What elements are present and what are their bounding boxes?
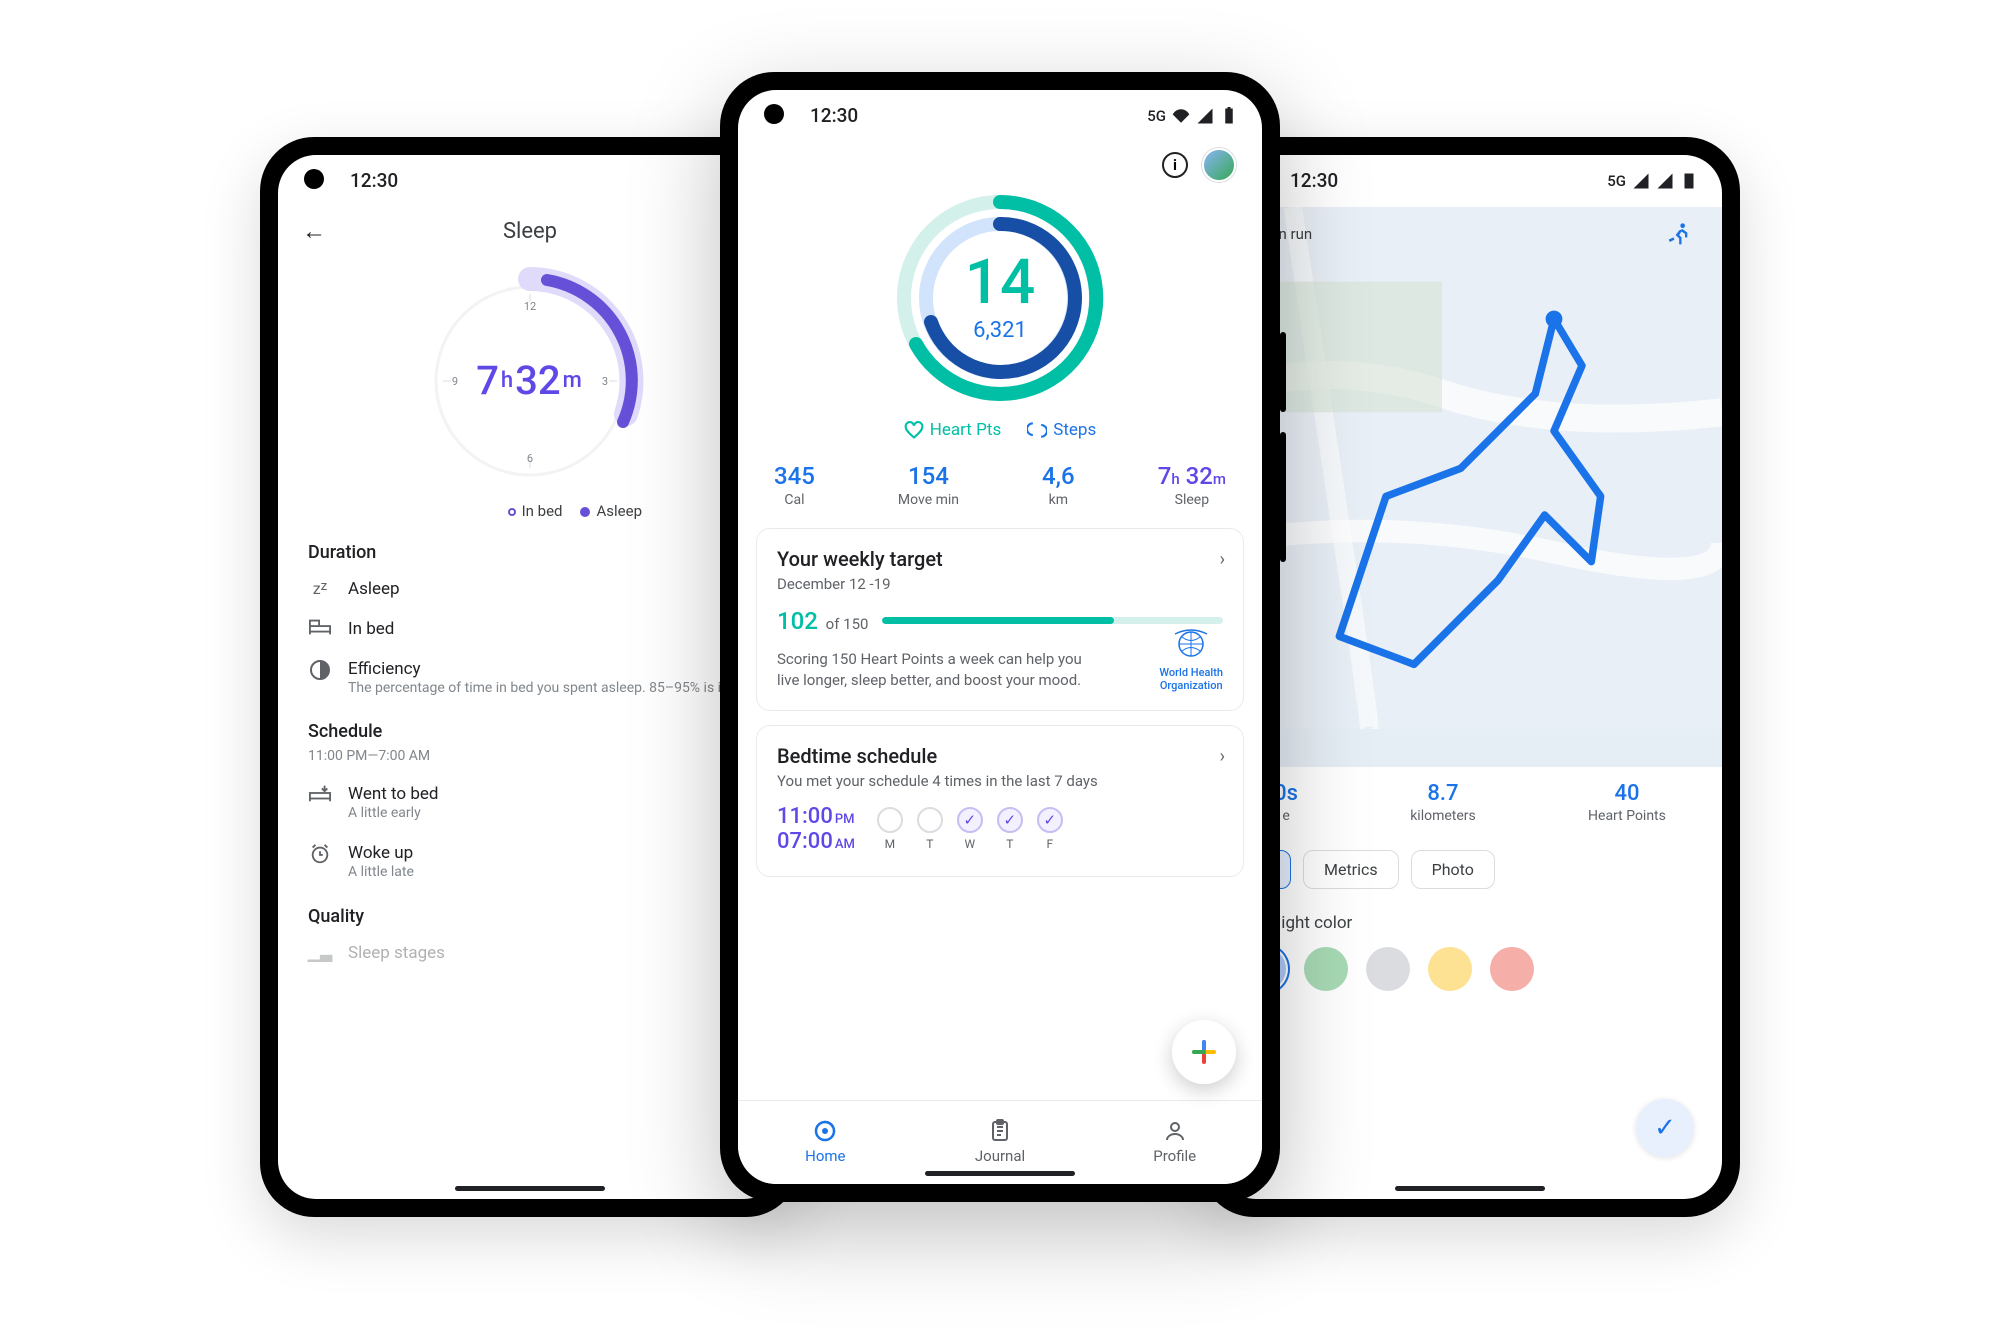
color-grey[interactable]	[1366, 947, 1410, 991]
card-title: Bedtime schedule	[777, 744, 1223, 768]
chevron-right-icon: ›	[1220, 549, 1225, 570]
bedtime-days: MT ✓W ✓T ✓F	[877, 807, 1063, 851]
bedtime-day: M	[877, 807, 903, 851]
bedtime-day: ✓F	[1037, 807, 1063, 851]
chevron-right-icon: ›	[1220, 746, 1225, 767]
workout-stats: 0se 8.7kilometers 40Heart Points	[1218, 767, 1722, 842]
chip-photo[interactable]: Photo	[1411, 850, 1495, 889]
bedtime-day: ✓T	[997, 807, 1023, 851]
info-icon[interactable]: i	[1162, 152, 1188, 178]
who-logo: World HealthOrganization	[1159, 628, 1223, 692]
went-to-bed-row[interactable]: Went to bed A little early	[308, 774, 752, 833]
route-map[interactable]: on run	[1218, 207, 1722, 767]
card-title: Your weekly target	[777, 547, 1223, 571]
running-icon	[1664, 221, 1692, 253]
efficiency-row[interactable]: Efficiency The percentage of time in bed…	[308, 649, 752, 708]
woke-up-row[interactable]: Woke up A little late	[308, 833, 752, 892]
highlight-color-swatches	[1242, 947, 1698, 991]
color-red[interactable]	[1490, 947, 1534, 991]
heart-points-value: 14	[965, 252, 1035, 314]
card-daterange: December 12 -19	[777, 575, 1223, 593]
bedtime-day: ✓W	[957, 807, 983, 851]
sleep-duration-ring: 12 3 6 9 7 h 32 m	[415, 266, 645, 496]
page-title: Sleep	[302, 219, 758, 244]
status-icons: 5G	[1147, 107, 1238, 125]
alarm-clock-icon	[308, 843, 332, 865]
status-icons: 5G	[1607, 172, 1698, 190]
gesture-bar[interactable]	[925, 1171, 1075, 1176]
asleep-row[interactable]: zz Asleep	[308, 569, 752, 609]
bedtime-card[interactable]: › Bedtime schedule You met your schedule…	[756, 725, 1244, 877]
waketime-value: 07:00	[777, 829, 833, 854]
status-time: 12:30	[810, 104, 858, 127]
color-yellow[interactable]	[1428, 947, 1472, 991]
status-time: 12:30	[350, 169, 398, 192]
stat-sleep[interactable]: 7h 32m Sleep	[1158, 462, 1226, 508]
home-phone: 12:30 5G i 14 6,321	[720, 72, 1280, 1202]
gesture-bar[interactable]	[455, 1186, 605, 1191]
sleep-phone: 12:30 5 ← Sleep 12 3 6 9	[260, 137, 800, 1217]
weekly-current: 102	[777, 607, 818, 635]
status-bar: 12:30 5G	[738, 90, 1262, 142]
ring-legend: Heart Pts Steps	[904, 420, 1097, 440]
schedule-range: 11:00 PM—7:00 AM	[308, 748, 752, 764]
steps-value: 6,321	[973, 318, 1027, 343]
confirm-button[interactable]: ✓	[1636, 1099, 1694, 1157]
card-subtitle: You met your schedule 4 times in the las…	[777, 772, 1223, 790]
status-bar: 12:30 5	[278, 155, 782, 207]
bed-arrow-icon	[308, 784, 332, 802]
add-fab[interactable]	[1172, 1020, 1236, 1084]
sleep-stages-row[interactable]: ▁▃ Sleep stages	[308, 933, 752, 973]
in-bed-row[interactable]: In bed	[308, 609, 752, 649]
view-chips: p Metrics Photo	[1218, 842, 1722, 903]
sleep-minutes: 32	[515, 357, 560, 404]
stages-icon: ▁▃	[308, 943, 332, 962]
sleep-legend: In bed Asleep	[400, 502, 660, 520]
workout-phone: 12:30 5G on run 0se	[1200, 137, 1740, 1217]
color-green[interactable]	[1304, 947, 1348, 991]
quality-heading: Quality	[308, 906, 752, 927]
stat-cal[interactable]: 345Cal	[774, 462, 815, 508]
stat-km[interactable]: 4,6km	[1042, 462, 1075, 508]
bedtime-day: T	[917, 807, 943, 851]
nav-profile[interactable]: Profile	[1087, 1101, 1262, 1184]
schedule-heading: Schedule	[308, 721, 752, 742]
daily-stats: 345Cal 154Move min 4,6km 7h 32m Sleep	[738, 440, 1262, 528]
weekly-target-card[interactable]: › Your weekly target December 12 -19 102…	[756, 528, 1244, 712]
chip-metrics[interactable]: Metrics	[1303, 850, 1399, 889]
half-circle-icon	[308, 659, 332, 681]
profile-avatar[interactable]	[1202, 148, 1236, 182]
sleep-zzz-icon: zz	[308, 579, 332, 598]
bed-icon	[308, 619, 332, 635]
bedtime-value: 11:00	[777, 804, 833, 829]
activity-ring[interactable]: 14 6,321	[890, 188, 1110, 408]
duration-heading: Duration	[308, 542, 752, 563]
sleep-hours: 7	[476, 357, 499, 404]
highlight-color-label: Highlight color	[1242, 913, 1698, 933]
weekly-progress-bar	[882, 617, 1223, 624]
gesture-bar[interactable]	[1395, 1186, 1545, 1191]
nav-home[interactable]: Home	[738, 1101, 913, 1184]
status-bar: 12:30 5G	[1218, 155, 1722, 207]
stat-move-min[interactable]: 154Move min	[898, 462, 959, 508]
weekly-description: Scoring 150 Heart Points a week can help…	[777, 649, 1097, 693]
